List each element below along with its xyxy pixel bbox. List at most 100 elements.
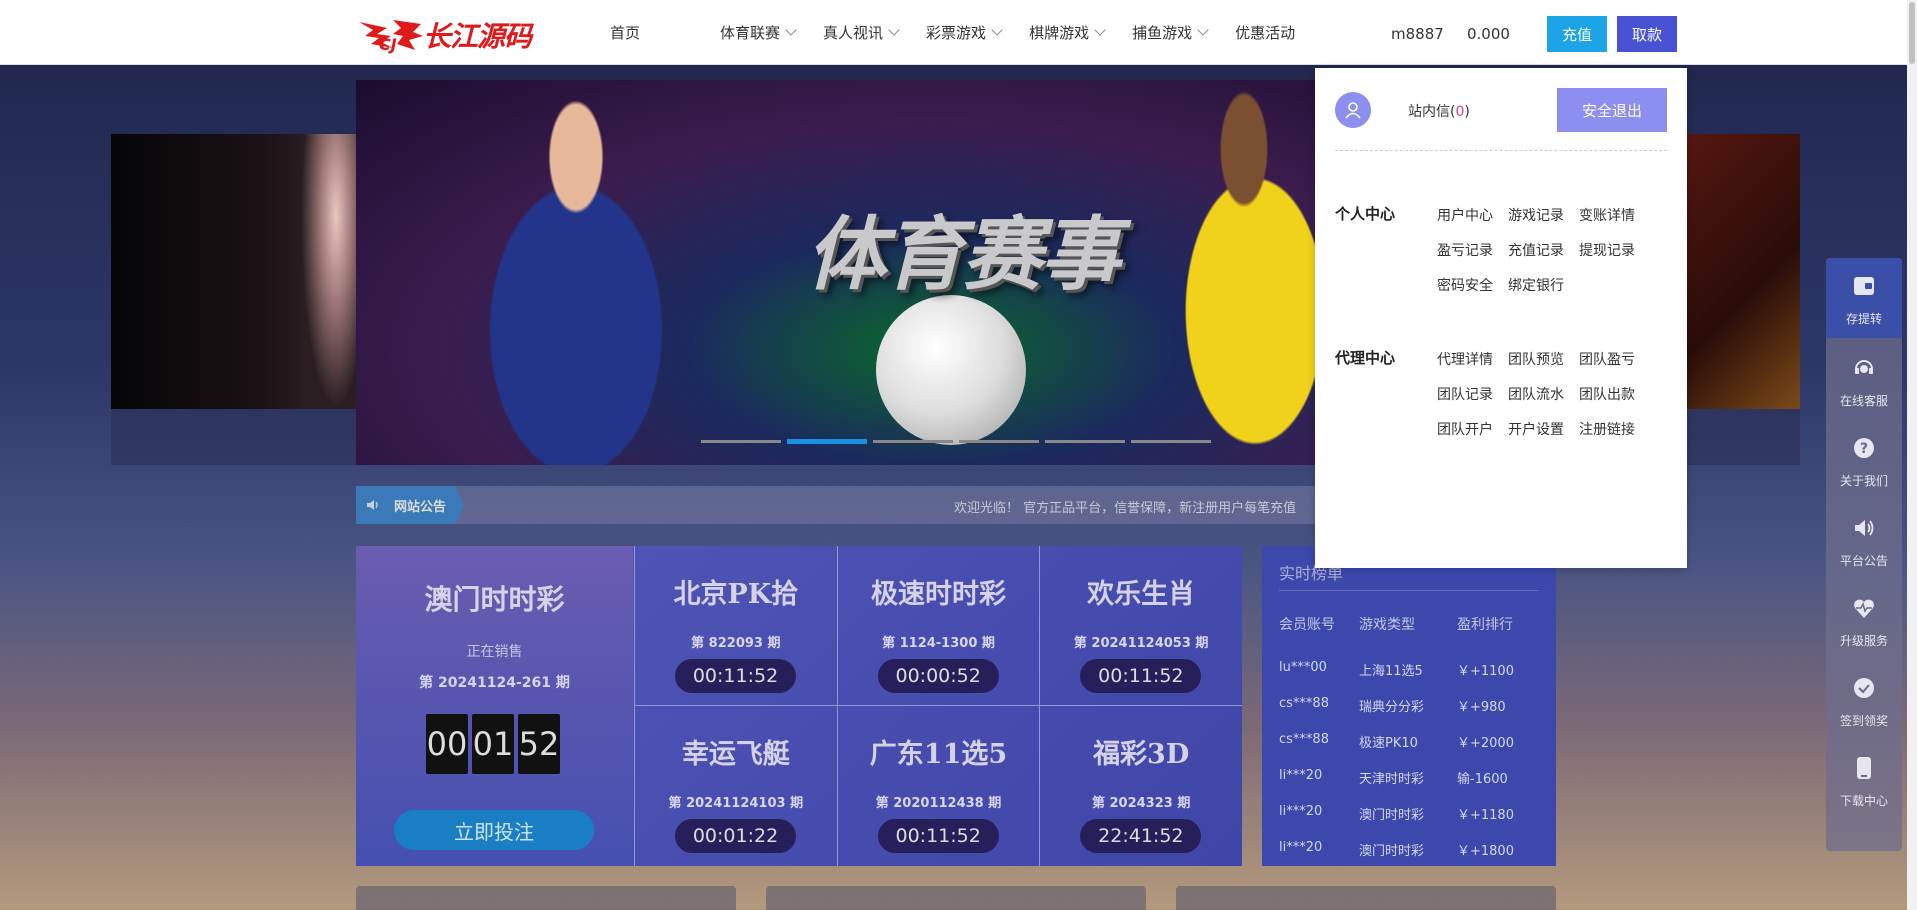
sidebar-item-download[interactable]: 下载中心 [1826, 740, 1902, 820]
agent-details-link[interactable]: 代理详情 [1437, 349, 1508, 369]
bet-now-button[interactable]: 立即投注 [394, 810, 594, 850]
profit: ￥+980 [1457, 700, 1506, 715]
bottom-card[interactable] [356, 886, 736, 910]
featured-lottery[interactable]: 澳门时时彩 正在销售 第 20241124-261 期 00 01 52 立即投… [356, 546, 633, 866]
member-account: li***20 [1279, 840, 1323, 855]
sidebar-item-wallet[interactable]: 存提转 [1826, 258, 1902, 338]
lottery-timer: 00:11:52 [877, 819, 999, 853]
nav-promotions-label[interactable]: 优惠活动 [1235, 22, 1295, 43]
withdraw-records-link[interactable]: 提现记录 [1579, 240, 1650, 260]
carousel-dot-active[interactable] [787, 439, 867, 444]
banner-carousel[interactable]: 体育赛事 [356, 80, 1316, 465]
team-open-account-link[interactable]: 团队开户 [1437, 419, 1508, 439]
realtime-ranking: 实时榜单 会员账号 游戏类型 盈利排行 lu***00 上海11选5 ￥+1100 … [1262, 546, 1556, 866]
nav-home[interactable]: 首页 [610, 22, 640, 43]
inbox-link[interactable]: 站内信(0) [1408, 101, 1470, 121]
featured-lottery-period: 第 20241124-261 期 [419, 675, 570, 691]
scrollbar-thumb[interactable] [1909, 2, 1915, 64]
nav-fishing[interactable]: 捕鱼游戏 [1132, 22, 1209, 43]
avatar[interactable] [1335, 92, 1371, 128]
account-changes-link[interactable]: 变账详情 [1579, 205, 1650, 225]
bottom-card[interactable] [766, 886, 1146, 910]
team-records-link[interactable]: 团队记录 [1437, 384, 1508, 404]
sidebar-item-upgrade[interactable]: 升级服务 [1826, 580, 1902, 660]
profit-loss-link[interactable]: 盈亏记录 [1437, 240, 1508, 260]
lottery-name: 幸运飞艇 [681, 739, 790, 770]
username[interactable]: m8887 [1391, 25, 1444, 43]
member-account: cs***88 [1279, 696, 1329, 711]
nav-live-label[interactable]: 真人视讯 [823, 22, 883, 43]
column-header: 盈利排行 [1457, 617, 1513, 633]
nav-live[interactable]: 真人视讯 [823, 22, 900, 43]
nav-lottery[interactable]: 彩票游戏 [926, 22, 1003, 43]
scrollbar[interactable] [1907, 0, 1917, 910]
speaker-icon [1852, 516, 1876, 540]
lottery-card[interactable]: 广东11选5 第 2020112438 期 00:11:52 [836, 706, 1040, 866]
floating-sidebar: 存提转 在线客服 ? 关于我们 平台公告 升级服务 签到领奖 下载中心 [1826, 258, 1902, 851]
player-left-image [426, 80, 726, 465]
lottery-timer: 00:11:52 [1080, 659, 1202, 693]
team-overview-link[interactable]: 团队预览 [1508, 349, 1579, 369]
member-account: li***20 [1279, 768, 1323, 783]
logout-button[interactable]: 安全退出 [1557, 88, 1667, 132]
account-settings-link[interactable]: 开户设置 [1508, 419, 1579, 439]
game-type: 上海11选5 [1359, 664, 1423, 679]
nav-promotions[interactable]: 优惠活动 [1235, 22, 1295, 43]
phone-icon [1852, 756, 1876, 780]
nav-home-label[interactable]: 首页 [610, 22, 640, 43]
bind-bank-link[interactable]: 绑定银行 [1508, 275, 1579, 295]
balance: 0.000 [1467, 25, 1510, 43]
deposit-records-link[interactable]: 充值记录 [1508, 240, 1579, 260]
carousel-dot[interactable] [1131, 440, 1211, 443]
sidebar-item-announcements[interactable]: 平台公告 [1826, 500, 1902, 580]
sidebar-label: 关于我们 [1839, 474, 1888, 488]
column-header: 游戏类型 [1359, 617, 1415, 633]
lottery-card[interactable]: 北京PK拾 第 822093 期 00:11:52 [634, 546, 837, 706]
nav-lottery-label[interactable]: 彩票游戏 [926, 22, 986, 43]
nav-chess-label[interactable]: 棋牌游戏 [1029, 22, 1089, 43]
ranking-list: lu***00 上海11选5 ￥+1100 cs***88 瑞典分分彩 ￥+980 cs… [1279, 660, 1547, 866]
register-link[interactable]: 注册链接 [1579, 419, 1650, 439]
lottery-card[interactable]: 欢乐生肖 第 20241124053 期 00:11:52 [1039, 546, 1242, 706]
lottery-name: 极速时时彩 [870, 579, 1006, 610]
lottery-period: 第 822093 期 [691, 636, 781, 651]
carousel-dot[interactable] [959, 440, 1039, 443]
logo[interactable]: CJ 长江源码 [357, 12, 532, 58]
team-payout-link[interactable]: 团队出款 [1579, 384, 1650, 404]
bottom-card[interactable] [1176, 886, 1556, 910]
team-turnover-link[interactable]: 团队流水 [1508, 384, 1579, 404]
password-security-link[interactable]: 密码安全 [1437, 275, 1508, 295]
featured-lottery-name: 澳门时时彩 [424, 583, 565, 616]
sidebar-label: 存提转 [1845, 312, 1882, 326]
game-records-link[interactable]: 游戏记录 [1508, 205, 1579, 225]
nav-chess[interactable]: 棋牌游戏 [1029, 22, 1106, 43]
sidebar-item-checkin[interactable]: 签到领奖 [1826, 660, 1902, 740]
table-row: li***20 澳门时时彩 ￥+1180 [1279, 804, 1547, 840]
heartbeat-icon [1852, 596, 1876, 620]
nav-sports[interactable]: 体育联赛 [720, 22, 797, 43]
lottery-card[interactable]: 幸运飞艇 第 20241124103 期 00:01:22 [634, 706, 837, 866]
carousel-dot[interactable] [873, 440, 953, 443]
banner-prev-slide[interactable] [111, 134, 371, 409]
deposit-button[interactable]: 充值 [1547, 16, 1607, 52]
team-profit-link[interactable]: 团队盈亏 [1579, 349, 1650, 369]
game-type: 天津时时彩 [1359, 772, 1425, 787]
personal-center-title: 个人中心 [1335, 205, 1396, 223]
sidebar-item-support[interactable]: 在线客服 [1826, 340, 1902, 420]
nav-fishing-label[interactable]: 捕鱼游戏 [1132, 22, 1192, 43]
user-center-link[interactable]: 用户中心 [1437, 205, 1508, 225]
profit: ￥+1100 [1457, 664, 1514, 679]
carousel-dot[interactable] [1045, 440, 1125, 443]
check-circle-icon [1852, 676, 1876, 700]
game-type: 极速PK10 [1359, 736, 1418, 751]
carousel-dot[interactable] [701, 440, 781, 443]
chevron-down-icon [888, 24, 900, 36]
sidebar-item-about[interactable]: ? 关于我们 [1826, 420, 1902, 500]
lottery-card[interactable]: 极速时时彩 第 1124-1300 期 00:00:52 [836, 546, 1040, 706]
withdraw-button[interactable]: 取款 [1617, 16, 1677, 52]
chevron-down-icon [991, 24, 1003, 36]
lottery-period: 第 20241124053 期 [1073, 636, 1209, 651]
user-icon [1345, 102, 1361, 119]
lottery-card[interactable]: 福彩3D 第 2024323 期 22:41:52 [1039, 706, 1242, 866]
nav-sports-label[interactable]: 体育联赛 [720, 22, 780, 43]
